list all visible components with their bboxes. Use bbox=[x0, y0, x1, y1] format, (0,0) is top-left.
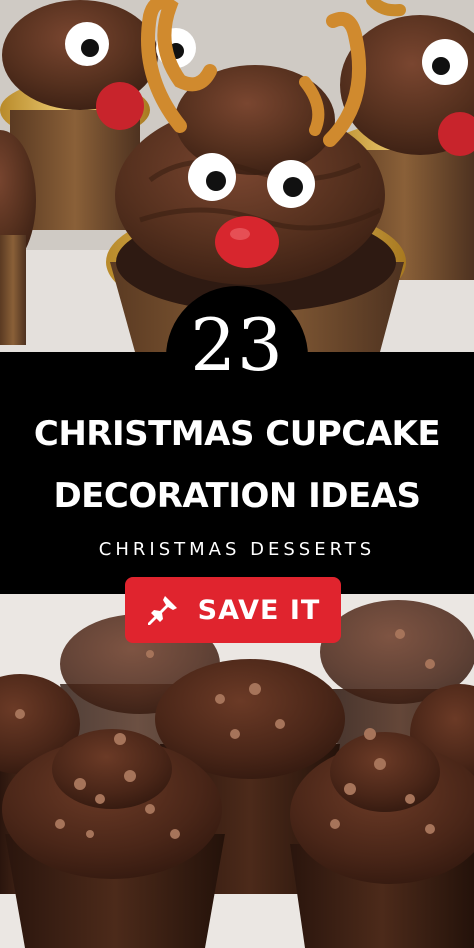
title-line-1: CHRISTMAS CUPCAKE bbox=[33, 414, 441, 454]
pushpin-icon bbox=[147, 596, 177, 625]
save-button-label: SAVE IT bbox=[197, 594, 321, 626]
pin-graphic: 23 CHRISTMAS CUPCAKE DECORATION IDEAS CH… bbox=[0, 0, 474, 948]
number-badge: 23 bbox=[166, 286, 308, 428]
title-line-2: DECORATION IDEAS bbox=[53, 476, 421, 516]
chocolate-cupcakes-photo bbox=[0, 594, 474, 948]
save-it-button[interactable]: SAVE IT bbox=[125, 577, 341, 643]
category-label: CHRISTMAS DESSERTS bbox=[98, 539, 376, 560]
list-count: 23 bbox=[190, 303, 284, 387]
